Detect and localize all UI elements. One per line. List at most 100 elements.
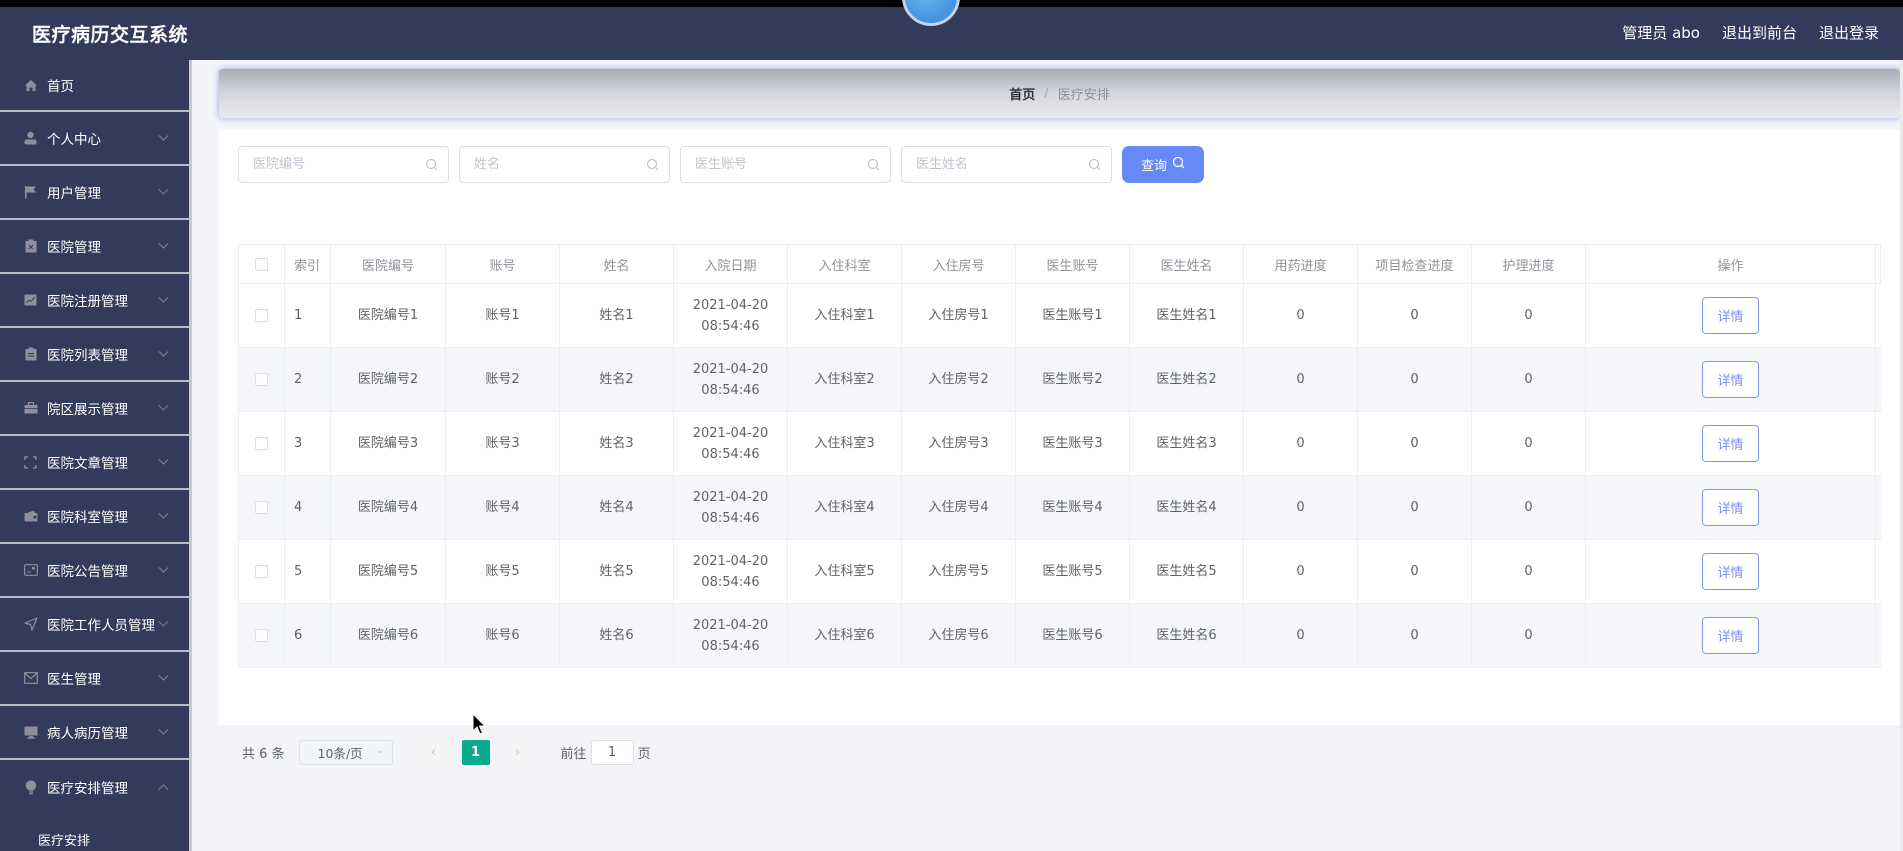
total-count: 共 6 条 bbox=[242, 747, 285, 762]
sidebar-item[interactable]: 医院公告管理 bbox=[0, 544, 189, 598]
detail-button[interactable]: 详情 bbox=[1702, 617, 1759, 654]
cell-doctor-account: 医生账号1 bbox=[1016, 284, 1130, 347]
detail-button[interactable]: 详情 bbox=[1702, 553, 1759, 590]
chevron-down-icon bbox=[158, 564, 169, 577]
sidebar-item[interactable]: 医生管理 bbox=[0, 652, 189, 706]
sidebar-item[interactable]: 病人病历管理 bbox=[0, 706, 189, 760]
cell-doctor-name: 医生姓名4 bbox=[1130, 476, 1244, 539]
sidebar-subitem-medical-arrangement[interactable]: 医疗安排 bbox=[0, 814, 189, 851]
prev-page-button[interactable]: ‹ bbox=[419, 740, 448, 765]
wallet-icon bbox=[23, 509, 38, 524]
logout-link[interactable]: 退出登录 bbox=[1819, 22, 1879, 43]
cell-doctor-name: 医生姓名6 bbox=[1130, 604, 1244, 667]
row-checkbox[interactable] bbox=[255, 501, 268, 514]
cell-hospital-no: 医院编号2 bbox=[331, 348, 446, 411]
row-checkbox[interactable] bbox=[255, 373, 268, 386]
detail-button[interactable]: 详情 bbox=[1702, 425, 1759, 462]
cell-name: 姓名3 bbox=[560, 412, 674, 475]
column-header: 入住房号 bbox=[902, 245, 1016, 283]
cell-med-progress: 0 bbox=[1244, 540, 1358, 603]
sidebar-item-label: 医生管理 bbox=[47, 672, 101, 688]
cell-doctor-name: 医生姓名3 bbox=[1130, 412, 1244, 475]
chevron-right-icon: › bbox=[514, 745, 521, 760]
sidebar-item[interactable]: 医院科室管理 bbox=[0, 490, 189, 544]
chevron-down-icon bbox=[158, 348, 169, 361]
page-size-select[interactable]: 10条/页 ⌄ bbox=[298, 740, 393, 765]
sidebar-item[interactable]: 医院管理 bbox=[0, 220, 189, 274]
sidebar-item-label: 医院文章管理 bbox=[47, 456, 128, 472]
cell-name: 姓名5 bbox=[560, 540, 674, 603]
page-number-button[interactable]: 1 bbox=[461, 740, 490, 765]
sidebar-item[interactable]: 医院注册管理 bbox=[0, 274, 189, 328]
row-checkbox[interactable] bbox=[255, 309, 268, 322]
exit-to-front-link[interactable]: 退出到前台 bbox=[1722, 22, 1797, 43]
cell-hospital-no: 医院编号6 bbox=[331, 604, 446, 667]
chevron-down-icon bbox=[158, 672, 169, 685]
cell-doctor-account: 医生账号4 bbox=[1016, 476, 1130, 539]
cell-dept: 入住科室4 bbox=[788, 476, 902, 539]
mail-icon bbox=[23, 671, 38, 686]
sidebar-item[interactable]: 院区展示管理 bbox=[0, 382, 189, 436]
name-input[interactable] bbox=[460, 147, 669, 182]
navigation-icon bbox=[23, 617, 38, 632]
cell-account: 账号4 bbox=[446, 476, 560, 539]
sidebar-item[interactable]: 首页 bbox=[0, 60, 189, 112]
cell-date: 2021-04-20 08:54:46 bbox=[674, 284, 788, 347]
breadcrumb-home[interactable]: 首页 bbox=[1009, 84, 1035, 103]
search-icon bbox=[867, 158, 880, 175]
row-select-cell bbox=[239, 476, 285, 539]
row-checkbox[interactable] bbox=[255, 565, 268, 578]
sidebar-item-label: 个人中心 bbox=[47, 132, 101, 148]
postcard-icon bbox=[23, 563, 38, 578]
sidebar-item[interactable]: 医院文章管理 bbox=[0, 436, 189, 490]
row-checkbox[interactable] bbox=[255, 437, 268, 450]
cell-account: 账号3 bbox=[446, 412, 560, 475]
sidebar-item[interactable]: 医院工作人员管理 bbox=[0, 598, 189, 652]
sidebar-item[interactable]: 用户管理 bbox=[0, 166, 189, 220]
row-select-cell bbox=[239, 348, 285, 411]
column-header: 医生账号 bbox=[1016, 245, 1130, 283]
content-panel: 查询 索引医院编号账号姓名入院日期入住科室入住房号医生账号医生姓名用药进度项目检… bbox=[219, 130, 1900, 765]
monitor-icon bbox=[23, 725, 38, 740]
cell-actions: 详情 bbox=[1586, 348, 1876, 411]
search-form: 查询 bbox=[238, 146, 1204, 183]
select-all-checkbox[interactable] bbox=[255, 257, 268, 271]
hospital-no-input[interactable] bbox=[239, 147, 448, 182]
sidebar-item[interactable]: 医院列表管理 bbox=[0, 328, 189, 382]
table-row: 4 医院编号4 账号4 姓名4 2021-04-20 08:54:46 入住科室4 入住房号… bbox=[238, 476, 1881, 540]
doctor-name-input[interactable] bbox=[902, 147, 1111, 182]
cell-date: 2021-04-20 08:54:46 bbox=[674, 604, 788, 667]
detail-button[interactable]: 详情 bbox=[1702, 297, 1759, 334]
sidebar-item[interactable]: 医疗安排管理 bbox=[0, 760, 189, 814]
doctor-account-input[interactable] bbox=[681, 147, 890, 182]
cell-name: 姓名4 bbox=[560, 476, 674, 539]
cell-actions: 详情 bbox=[1586, 604, 1876, 667]
cell-name: 姓名1 bbox=[560, 284, 674, 347]
cell-doctor-account: 医生账号3 bbox=[1016, 412, 1130, 475]
table-row: 3 医院编号3 账号3 姓名3 2021-04-20 08:54:46 入住科室3 入住房号… bbox=[238, 412, 1881, 476]
detail-button[interactable]: 详情 bbox=[1702, 489, 1759, 526]
row-checkbox[interactable] bbox=[255, 629, 268, 642]
sidebar-item-label: 医院公告管理 bbox=[47, 564, 128, 580]
select-all-cell bbox=[239, 245, 285, 283]
cell-med-progress: 0 bbox=[1244, 348, 1358, 411]
goto-page-input[interactable] bbox=[590, 740, 634, 765]
mouse-cursor-icon bbox=[472, 713, 486, 735]
cell-date: 2021-04-20 08:54:46 bbox=[674, 476, 788, 539]
query-button[interactable]: 查询 bbox=[1122, 146, 1204, 183]
cell-med-progress: 0 bbox=[1244, 412, 1358, 475]
sidebar-item[interactable]: 个人中心 bbox=[0, 112, 189, 166]
search-icon bbox=[1172, 156, 1185, 173]
column-header: 护理进度 bbox=[1472, 245, 1586, 283]
cell-care-progress: 0 bbox=[1472, 540, 1586, 603]
doctor-name-search bbox=[901, 146, 1112, 183]
next-page-button[interactable]: › bbox=[503, 740, 532, 765]
column-header: 索引 bbox=[285, 245, 331, 283]
sidebar-item-label: 医院注册管理 bbox=[47, 294, 128, 310]
chevron-down-icon bbox=[158, 294, 169, 307]
cell-date: 2021-04-20 08:54:46 bbox=[674, 412, 788, 475]
cell-check-progress: 0 bbox=[1358, 540, 1472, 603]
detail-button[interactable]: 详情 bbox=[1702, 361, 1759, 398]
cell-actions: 详情 bbox=[1586, 540, 1876, 603]
column-header: 账号 bbox=[446, 245, 560, 283]
